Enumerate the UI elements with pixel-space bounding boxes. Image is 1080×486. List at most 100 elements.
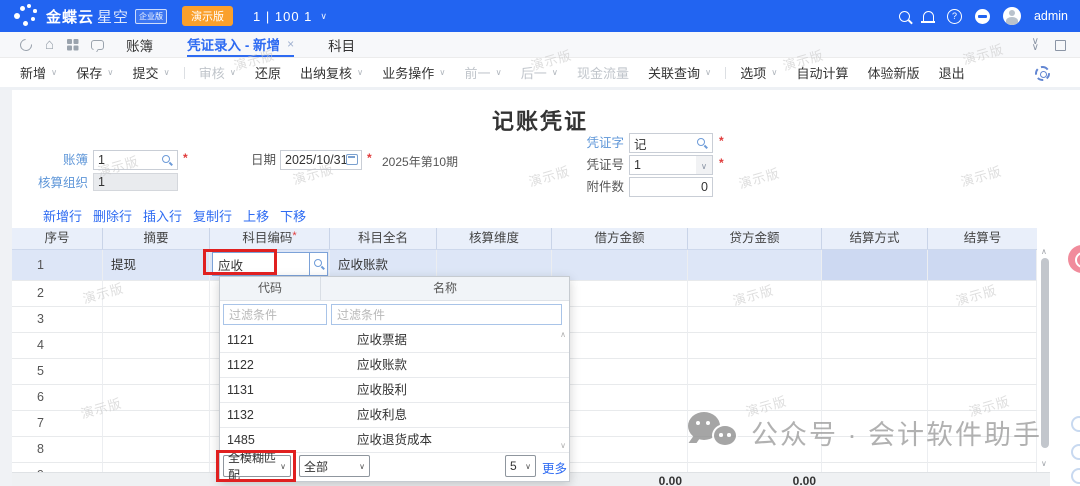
list-item[interactable]: 1122应收账款 — [220, 353, 569, 378]
dnd-toggle-icon[interactable] — [975, 9, 990, 24]
related-query-button[interactable]: 关联查询∨ — [648, 63, 711, 82]
grid-cell[interactable] — [928, 250, 1037, 281]
grid-cell[interactable]: 2 — [12, 281, 103, 307]
grid-cell[interactable] — [928, 437, 1037, 463]
col-seq[interactable]: 序号 — [12, 228, 103, 249]
col-debit[interactable]: 借方金额 — [552, 228, 688, 249]
avatar[interactable] — [1003, 7, 1021, 25]
grid-cell[interactable] — [928, 411, 1037, 437]
col-summary[interactable]: 摘要 — [103, 228, 210, 249]
grid-cell[interactable] — [928, 385, 1037, 411]
cashier-review-button[interactable]: 出纳复核∨ — [300, 63, 363, 82]
grid-cell[interactable]: 提现 — [103, 250, 210, 281]
username[interactable]: admin — [1034, 9, 1068, 23]
grid-cell[interactable] — [928, 281, 1037, 307]
refresh-icon[interactable] — [18, 36, 35, 53]
new-button[interactable]: 新增∨ — [20, 63, 57, 82]
list-item[interactable]: 1132应收利息 — [220, 403, 569, 428]
delete-row-link[interactable]: 删除行 — [93, 206, 132, 225]
grid-cell[interactable] — [688, 333, 822, 359]
grid-cell[interactable] — [688, 250, 822, 281]
tab-voucher-entry[interactable]: 凭证录入 - 新增 × — [187, 32, 294, 57]
grid-cell[interactable] — [688, 307, 822, 333]
grid-cell[interactable]: 7 — [12, 411, 103, 437]
more-link[interactable]: 更多 — [542, 458, 567, 477]
grid-cell[interactable] — [103, 385, 210, 411]
scroll-down-icon[interactable]: ∨ — [560, 441, 566, 450]
grid-cell[interactable] — [552, 333, 688, 359]
grid-cell[interactable] — [103, 359, 210, 385]
grid-cell[interactable] — [688, 385, 822, 411]
grid-cell[interactable] — [928, 359, 1037, 385]
col-account-code[interactable]: 科目编码* — [210, 228, 330, 249]
scrollbar-thumb[interactable] — [1041, 258, 1049, 448]
copy-row-link[interactable]: 复制行 — [193, 206, 232, 225]
grid-cell[interactable] — [552, 307, 688, 333]
list-item[interactable]: 1121应收票据 — [220, 328, 569, 353]
grid-cell[interactable] — [103, 307, 210, 333]
grid-cell[interactable] — [552, 437, 688, 463]
insert-row-link[interactable]: 插入行 — [143, 206, 182, 225]
home-icon[interactable]: ⌂ — [45, 39, 54, 51]
attachments-field[interactable] — [629, 177, 713, 197]
lookup-button[interactable] — [310, 252, 328, 276]
bell-icon[interactable] — [923, 11, 934, 21]
workspace-selector[interactable]: 1 | 100 1 — [253, 9, 312, 24]
grid-cell[interactable] — [822, 281, 928, 307]
help-icon[interactable]: ? — [947, 9, 962, 24]
grid-cell[interactable] — [822, 437, 928, 463]
search-icon[interactable] — [899, 11, 910, 22]
try-new-version-button[interactable]: 体验新版 — [868, 63, 920, 82]
grid-cell[interactable] — [103, 333, 210, 359]
chevron-down-icon[interactable]: ∨ — [320, 11, 327, 22]
page-size-select[interactable]: 5∨ — [505, 455, 536, 477]
grid-cell[interactable] — [822, 333, 928, 359]
search-icon[interactable] — [697, 138, 705, 146]
gear-icon[interactable] — [1035, 66, 1050, 81]
tab-account-books[interactable]: 账簿 — [126, 32, 153, 57]
move-up-link[interactable]: 上移 — [243, 206, 269, 225]
grid-cell[interactable]: 8 — [12, 437, 103, 463]
col-account-name[interactable]: 科目全名 — [330, 228, 437, 249]
calendar-icon[interactable] — [346, 154, 358, 165]
voucher-no-field[interactable] — [629, 155, 697, 175]
list-item[interactable]: 1131应收股利 — [220, 378, 569, 403]
grid-cell[interactable] — [822, 359, 928, 385]
grid-cell[interactable] — [822, 307, 928, 333]
chevron-down-icon[interactable]: ∨ — [696, 155, 713, 175]
move-down-link[interactable]: 下移 — [280, 206, 306, 225]
grid-cell[interactable] — [103, 411, 210, 437]
submit-button[interactable]: 提交∨ — [133, 63, 170, 82]
col-credit[interactable]: 贷方金额 — [688, 228, 822, 249]
name-filter-input[interactable] — [331, 304, 562, 325]
collapse-chevrons-icon[interactable]: ∨∨ — [1032, 39, 1039, 51]
restore-button[interactable]: 还原 — [255, 63, 281, 82]
vertical-scrollbar[interactable]: ∧ ∨ — [1040, 250, 1050, 472]
grid-cell[interactable]: 5 — [12, 359, 103, 385]
grid-cell[interactable] — [928, 307, 1037, 333]
code-filter-input[interactable] — [223, 304, 327, 325]
grid-cell[interactable] — [552, 359, 688, 385]
grid-cell[interactable] — [688, 281, 822, 307]
business-ops-button[interactable]: 业务操作∨ — [382, 63, 445, 82]
col-settle-method[interactable]: 结算方式 — [822, 228, 928, 249]
add-row-link[interactable]: 新增行 — [43, 206, 82, 225]
grid-cell[interactable] — [552, 250, 688, 281]
grid-cell[interactable] — [928, 333, 1037, 359]
grid-cell[interactable] — [103, 281, 210, 307]
save-button[interactable]: 保存∨ — [76, 63, 113, 82]
grid-cell[interactable]: 4 — [12, 333, 103, 359]
grid-cell[interactable]: 3 — [12, 307, 103, 333]
grid-cell[interactable] — [552, 281, 688, 307]
grid-cell[interactable] — [688, 359, 822, 385]
grid-cell[interactable] — [103, 437, 210, 463]
col-settle-no[interactable]: 结算号 — [928, 228, 1037, 249]
scroll-up-icon[interactable]: ∧ — [560, 330, 566, 339]
fullscreen-icon[interactable] — [1055, 40, 1066, 51]
col-dimension[interactable]: 核算维度 — [437, 228, 552, 249]
apps-grid-icon[interactable] — [67, 39, 78, 50]
grid-cell[interactable] — [552, 385, 688, 411]
grid-cell[interactable] — [688, 411, 822, 437]
message-icon[interactable] — [91, 40, 104, 50]
scope-select[interactable]: 全部∨ — [299, 455, 370, 477]
